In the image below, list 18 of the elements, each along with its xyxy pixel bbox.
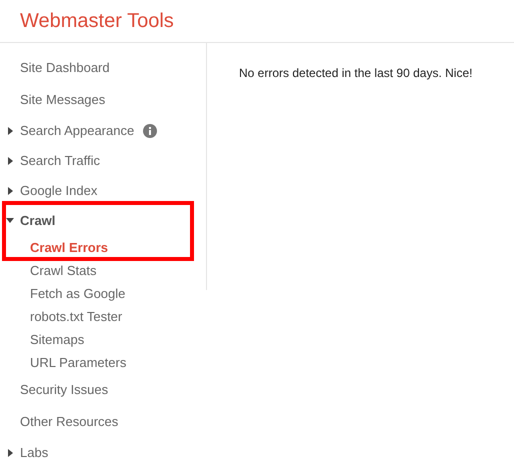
nav-link[interactable]: Crawl [20,211,56,231]
nav-sub-link[interactable]: Fetch as Google [30,284,126,304]
nav-sub-link[interactable]: Crawl Errors [30,238,108,258]
nav-sub-link[interactable]: URL Parameters [30,352,126,372]
nav-sub-link[interactable]: Sitemaps [30,330,84,350]
status-message: No errors detected in the last 90 days. Nice! [239,65,472,82]
nav-link[interactable]: Site Dashboard [20,58,110,78]
app-title: Webmaster Tools [20,9,174,34]
nav-sub-link[interactable]: Crawl Stats [30,260,96,280]
nav-link[interactable]: Site Messages [20,90,106,110]
nav-link[interactable]: Search Traffic [20,151,100,171]
nav-link[interactable]: Security Issues [20,380,108,400]
nav-link[interactable]: Labs [20,443,48,463]
nav-link[interactable]: Search Appearance [20,121,134,141]
nav-sub-link[interactable]: robots.txt Tester [30,306,122,326]
nav-link[interactable]: Google Index [20,181,98,201]
nav-link[interactable]: Other Resources [20,412,118,432]
info-icon[interactable] [143,124,158,138]
